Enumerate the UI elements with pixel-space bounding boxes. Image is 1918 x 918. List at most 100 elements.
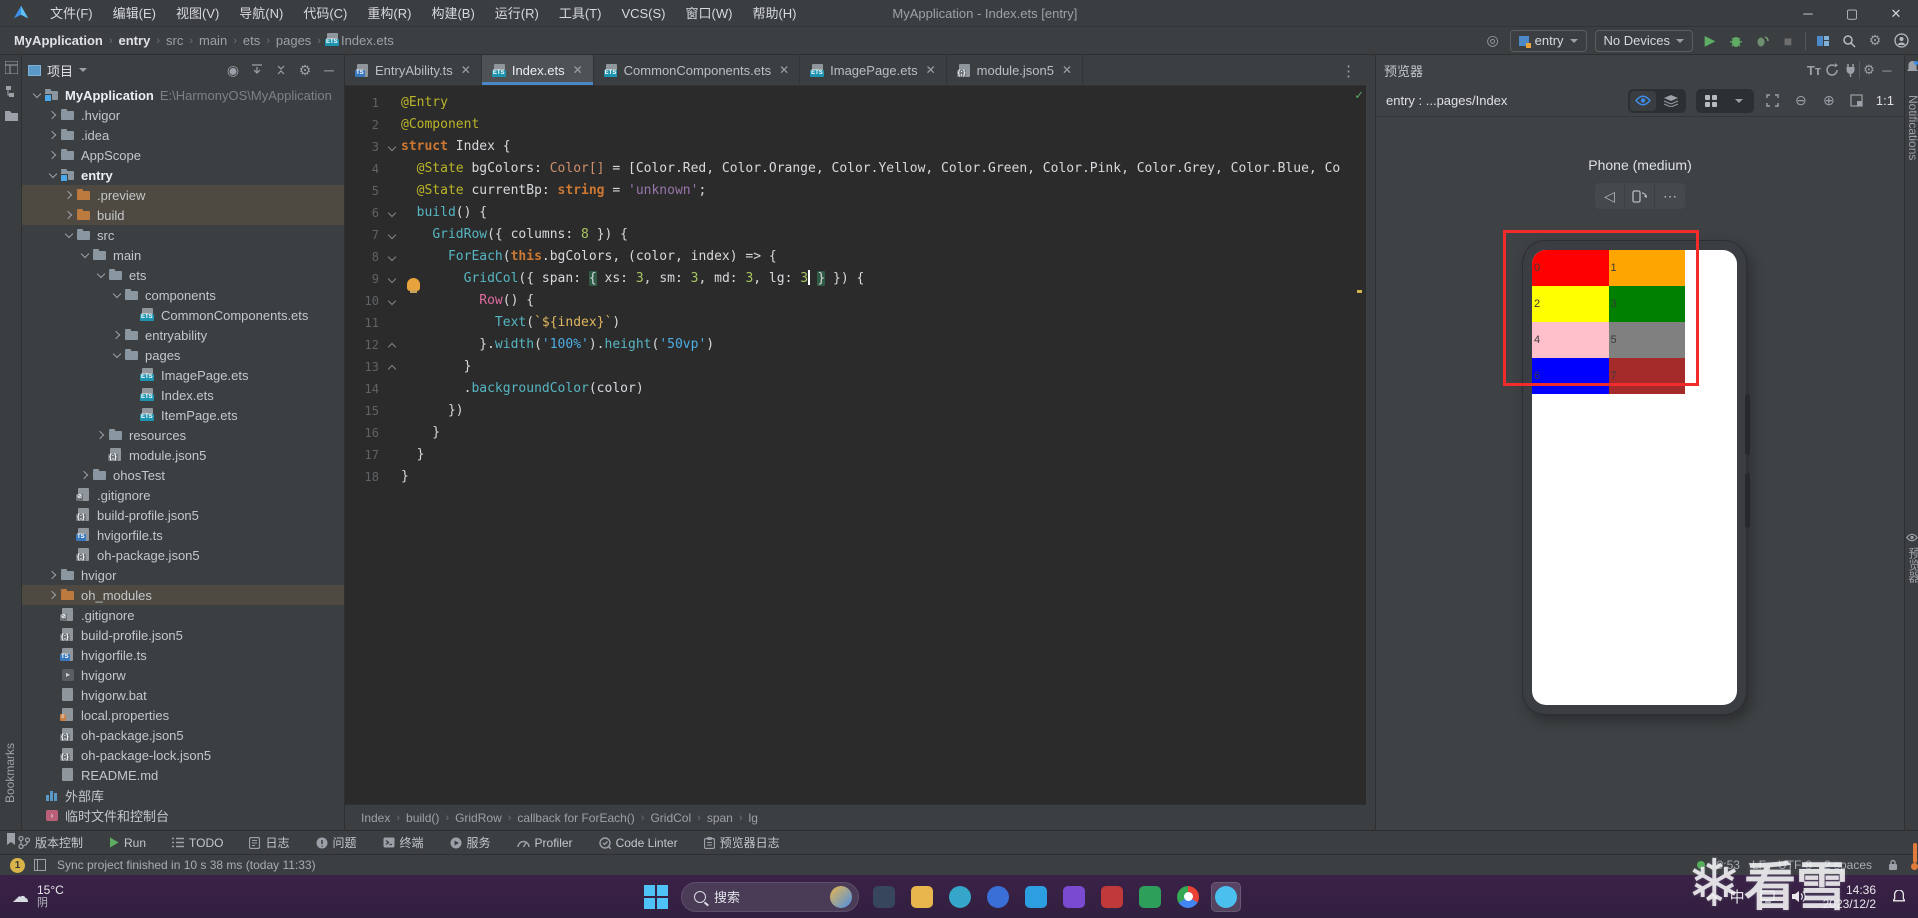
- screen-target-icon[interactable]: ◎: [1484, 32, 1502, 50]
- tree-item[interactable]: ohosTest: [22, 465, 344, 485]
- tree-closed-chevron-icon[interactable]: [46, 128, 60, 142]
- tree-item[interactable]: hvigor: [22, 565, 344, 585]
- code-line[interactable]: 10 Row() {: [345, 290, 1352, 312]
- expand-all-icon[interactable]: [248, 61, 266, 79]
- taskbar-app-task-view[interactable]: [869, 882, 899, 912]
- tree-item[interactable]: ETS ItemPage.ets: [22, 405, 344, 425]
- tool-button-linter[interactable]: Code Linter: [598, 836, 678, 850]
- tool-button-gauge[interactable]: Profiler: [516, 836, 573, 850]
- refresh-icon[interactable]: [1823, 61, 1841, 79]
- orientation-icon[interactable]: [1625, 183, 1655, 209]
- taskbar-app-reader-red[interactable]: [1097, 882, 1127, 912]
- tree-item[interactable]: oh_modules: [22, 585, 344, 605]
- tree-item[interactable]: .preview: [22, 185, 344, 205]
- taskbar-app-chrome[interactable]: [1173, 882, 1203, 912]
- status-memory[interactable]: 9:53: [1717, 858, 1740, 872]
- tree-item[interactable]: ⊘ .gitignore: [22, 605, 344, 625]
- code-line[interactable]: 14 .backgroundColor(color): [345, 378, 1352, 400]
- breadcrumb-item[interactable]: entry: [117, 33, 153, 48]
- fold-marker-icon[interactable]: [385, 334, 401, 356]
- menu-item[interactable]: 工具(T): [549, 6, 612, 21]
- tool-button-service[interactable]: 服务: [450, 834, 491, 851]
- menu-item[interactable]: 代码(C): [293, 6, 357, 21]
- hide-panel-icon[interactable]: ─: [320, 61, 338, 79]
- minimize-button[interactable]: ─: [1786, 0, 1830, 27]
- more-options-icon[interactable]: ⋯: [1655, 183, 1685, 209]
- tree-open-chevron-icon[interactable]: [110, 288, 124, 302]
- lock-icon[interactable]: [1884, 856, 1902, 874]
- tray-expand-icon[interactable]: [1705, 892, 1718, 904]
- tree-item[interactable]: {;} module.json5: [22, 445, 344, 465]
- tab-close-icon[interactable]: ✕: [1062, 63, 1072, 77]
- menu-item[interactable]: 构建(B): [421, 6, 484, 21]
- fold-marker-icon[interactable]: [385, 268, 401, 290]
- notification-bell-icon[interactable]: [1890, 888, 1908, 906]
- taskbar-app-vscode[interactable]: [1021, 882, 1051, 912]
- taskbar-app-devtools-purple[interactable]: [1059, 882, 1089, 912]
- tree-closed-chevron-icon[interactable]: [62, 208, 76, 222]
- code-line[interactable]: 1 @Entry: [345, 92, 1352, 114]
- fold-marker-icon[interactable]: [385, 246, 401, 268]
- run-config-selector[interactable]: entry: [1509, 29, 1587, 52]
- code-breadcrumb-item[interactable]: lg: [747, 811, 760, 825]
- tree-item[interactable]: main: [22, 245, 344, 265]
- previewer-settings-gear-icon[interactable]: ⚙: [1860, 61, 1878, 79]
- tree-item[interactable]: entry: [22, 165, 344, 185]
- tool-button-note[interactable]: 日志: [249, 834, 290, 851]
- tree-item[interactable]: {;} build-profile.json5: [22, 625, 344, 645]
- tree-item[interactable]: .hvigor: [22, 105, 344, 125]
- component-tree-toggle[interactable]: [1658, 91, 1684, 111]
- previewer-hide-icon[interactable]: ─: [1878, 61, 1896, 79]
- tree-open-chevron-icon[interactable]: [110, 348, 124, 362]
- code-line[interactable]: 3 struct Index {: [345, 136, 1352, 158]
- tree-open-chevron-icon[interactable]: [78, 248, 92, 262]
- search-everywhere-icon[interactable]: [1840, 32, 1858, 50]
- tree-closed-chevron-icon[interactable]: [78, 468, 92, 482]
- tree-item[interactable]: components: [22, 285, 344, 305]
- editor-tab[interactable]: ETS Index.ets ✕: [481, 55, 594, 85]
- menu-item[interactable]: VCS(S): [611, 6, 675, 21]
- code-line[interactable]: 15 }): [345, 400, 1352, 422]
- menu-item[interactable]: 运行(R): [485, 6, 549, 21]
- fold-marker-icon[interactable]: [385, 290, 401, 312]
- taskbar-app-phone-link[interactable]: [983, 882, 1013, 912]
- previewer-strip-eye-icon[interactable]: [1905, 525, 1918, 549]
- zoom-ratio-label[interactable]: 1:1: [1876, 93, 1894, 108]
- tree-item[interactable]: TS hvigorfile.ts: [22, 525, 344, 545]
- code-line[interactable]: 5 @State currentBp: string = 'unknown';: [345, 180, 1352, 202]
- tree-open-chevron-icon[interactable]: [30, 88, 44, 102]
- tree-item[interactable]: ETS Index.ets: [22, 385, 344, 405]
- tree-item[interactable]: {;} oh-package.json5: [22, 725, 344, 745]
- project-panel-title[interactable]: 项目: [28, 61, 88, 80]
- collapse-all-icon[interactable]: [272, 61, 290, 79]
- tree-item[interactable]: hvigorw.bat: [22, 685, 344, 705]
- code-breadcrumb-item[interactable]: build(): [404, 811, 441, 825]
- tab-close-icon[interactable]: ✕: [461, 63, 471, 77]
- tree-item[interactable]: ETS CommonComponents.ets: [22, 305, 344, 325]
- layout-inspector-icon[interactable]: [1814, 32, 1832, 50]
- notifications-bell-icon[interactable]: [1905, 55, 1918, 79]
- tree-item[interactable]: ▸ hvigorw: [22, 665, 344, 685]
- taskbar-app-edge[interactable]: [945, 882, 975, 912]
- code-line[interactable]: 12 }.width('100%').height('50vp'): [345, 334, 1352, 356]
- volume-icon[interactable]: [1791, 888, 1809, 906]
- breadcrumb-item[interactable]: src: [164, 33, 185, 48]
- tree-item[interactable]: pages: [22, 345, 344, 365]
- code-breadcrumb-item[interactable]: callback for ForEach(): [515, 811, 636, 825]
- bookmark-icon[interactable]: [0, 827, 22, 851]
- tree-item[interactable]: README.md: [22, 765, 344, 785]
- tree-item[interactable]: src: [22, 225, 344, 245]
- code-breadcrumb-item[interactable]: Index: [359, 811, 392, 825]
- tab-close-icon[interactable]: ✕: [926, 63, 936, 77]
- fold-marker-icon[interactable]: [385, 202, 401, 224]
- code-line[interactable]: 11 Text(`${index}`): [345, 312, 1352, 334]
- editor-tab[interactable]: ETS ImagePage.ets ✕: [800, 55, 947, 85]
- breadcrumb-item[interactable]: main: [197, 33, 229, 48]
- input-method-indicator[interactable]: 中: [1730, 886, 1745, 907]
- profile-icon[interactable]: [1892, 32, 1910, 50]
- structure-tool-icon[interactable]: [0, 79, 22, 103]
- code-line[interactable]: 18}: [345, 466, 1352, 488]
- tree-open-chevron-icon[interactable]: [62, 228, 76, 242]
- close-button[interactable]: ✕: [1874, 0, 1918, 27]
- stop-button[interactable]: ■: [1779, 32, 1797, 50]
